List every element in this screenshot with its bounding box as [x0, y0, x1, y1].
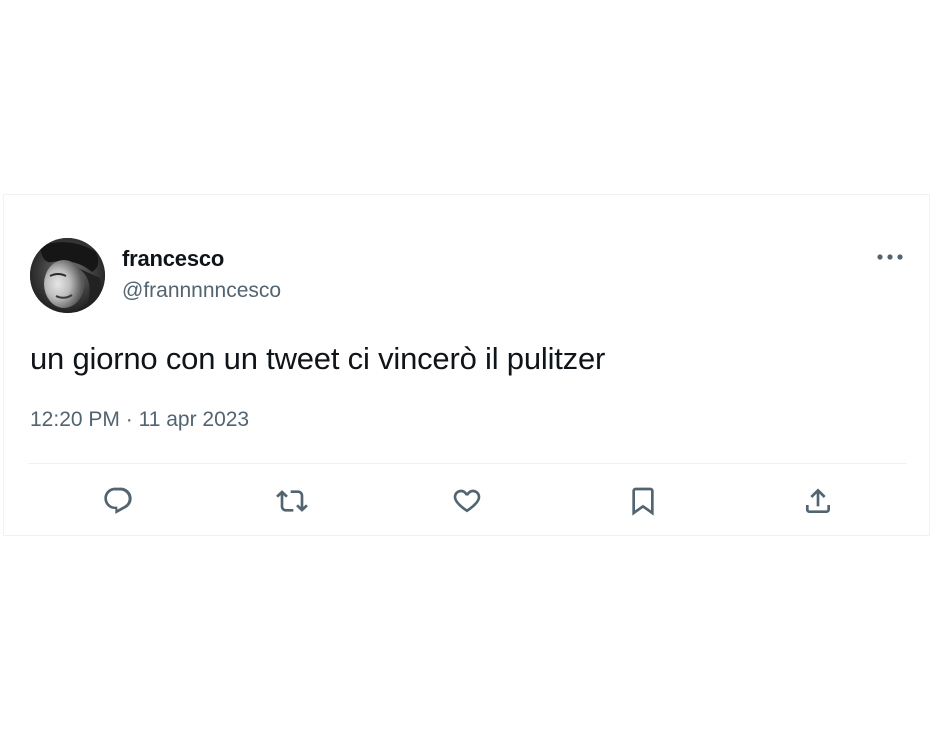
meta-separator: · — [125, 408, 133, 431]
retweet-icon — [276, 490, 308, 512]
page: francesco @frannnnncesco un giorno con u… — [0, 0, 936, 732]
tweet-date[interactable]: 11 apr 2023 — [139, 408, 250, 431]
more-horizontal-icon — [877, 254, 903, 260]
tweet-text: un giorno con un tweet ci vincerò il pul… — [30, 341, 606, 376]
user-handle[interactable]: @frannnnncesco — [122, 279, 281, 303]
tweet-time[interactable]: 12:20 PM — [30, 408, 120, 431]
avatar-photo — [30, 238, 105, 313]
reply-button[interactable] — [99, 482, 137, 520]
tweet-meta: 12:20 PM · 11 apr 2023 — [30, 408, 249, 432]
bookmark-icon — [632, 487, 654, 516]
divider-top — [28, 463, 907, 464]
avatar[interactable] — [30, 238, 105, 313]
share-icon — [806, 488, 830, 513]
divider-bottom — [28, 535, 907, 536]
more-options-button[interactable] — [872, 243, 908, 271]
like-button[interactable] — [448, 482, 486, 520]
heart-icon — [453, 489, 481, 513]
share-button[interactable] — [799, 482, 837, 520]
display-name[interactable]: francesco — [122, 246, 224, 272]
tweet-card: francesco @frannnnncesco un giorno con u… — [3, 194, 930, 536]
reply-icon — [104, 487, 132, 514]
retweet-button[interactable] — [273, 482, 311, 520]
bookmark-button[interactable] — [624, 482, 662, 520]
